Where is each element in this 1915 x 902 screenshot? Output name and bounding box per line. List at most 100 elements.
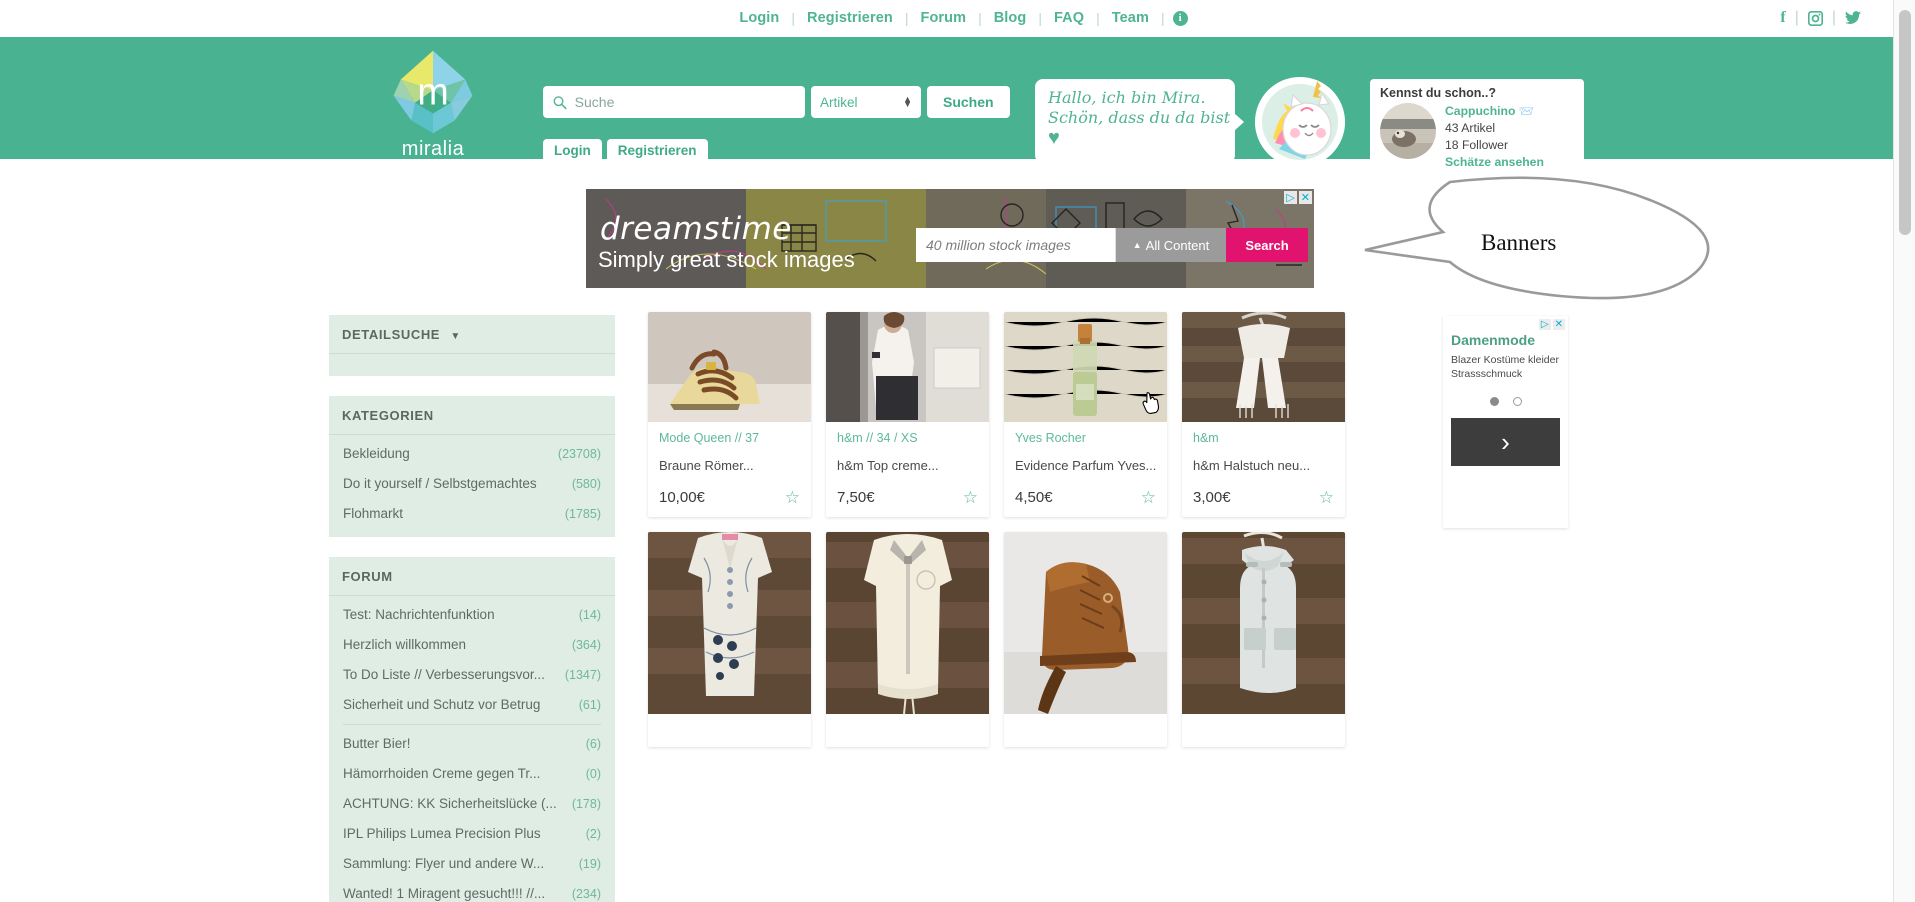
instagram-icon[interactable] <box>1799 10 1832 26</box>
forum-thread-label: To Do Liste // Verbesserungsvor... <box>343 667 545 682</box>
search-category-select[interactable]: Artikel ▲ ▼ <box>811 86 921 118</box>
dreamstime-banner-ad[interactable]: dreamstime Simply great stock images 40 … <box>586 189 1314 288</box>
kategorien-panel: KATEGORIEN Bekleidung (23708) Do it your… <box>329 396 615 537</box>
carousel-dot-active[interactable] <box>1489 397 1499 406</box>
product-seller[interactable]: h&m // 34 / XS <box>837 431 978 445</box>
ad-carousel-dots <box>1451 397 1560 406</box>
annotation-label: Banners <box>1481 230 1557 255</box>
product-title[interactable]: h&m Top creme... <box>837 458 978 473</box>
search-box[interactable] <box>543 86 805 118</box>
header-register-button[interactable]: Registrieren <box>606 139 708 162</box>
product-card[interactable]: h&m h&m Halstuch neu... 3,00€ ☆ <box>1182 312 1345 517</box>
product-footer: 7,50€ ☆ <box>837 489 978 506</box>
carousel-dot[interactable] <box>1512 397 1522 406</box>
topnav-registrieren[interactable]: Registrieren <box>795 10 905 26</box>
product-title[interactable]: h&m Halstuch neu... <box>1193 458 1334 473</box>
ad-next-button[interactable]: › <box>1451 418 1560 466</box>
product-card[interactable] <box>1182 532 1345 747</box>
product-image[interactable] <box>648 312 811 422</box>
list-item[interactable]: Sammlung: Flyer und andere W... (19) <box>329 849 615 879</box>
product-image[interactable] <box>826 312 989 422</box>
list-item[interactable]: Butter Bier! (6) <box>329 729 615 759</box>
search-submit-button[interactable]: Suchen <box>927 86 1010 118</box>
detailsuche-body <box>329 354 615 376</box>
favorite-star-icon[interactable]: ☆ <box>1141 489 1156 506</box>
product-image[interactable] <box>1004 312 1167 422</box>
adchoices-icon[interactable]: ▷ <box>1538 319 1551 330</box>
favorite-star-icon[interactable]: ☆ <box>1319 489 1334 506</box>
detailsuche-header[interactable]: DETAILSUCHE ▼ <box>329 315 615 354</box>
product-title[interactable]: Braune Römer... <box>659 458 800 473</box>
product-image[interactable] <box>1004 532 1167 714</box>
tunic-photo <box>648 532 811 714</box>
sidebar-item-diy[interactable]: Do it yourself / Selbstgemachtes (580) <box>329 469 615 499</box>
product-card[interactable]: Mode Queen // 37 Braune Römer... 10,00€ … <box>648 312 811 517</box>
facebook-icon[interactable]: f <box>1771 9 1794 27</box>
list-item[interactable]: Test: Nachrichtenfunktion (14) <box>329 600 615 630</box>
mira-avatar[interactable] <box>1255 77 1345 167</box>
forum-panel: FORUM Test: Nachrichtenfunktion (14) Her… <box>329 557 615 902</box>
favorite-star-icon[interactable]: ☆ <box>785 489 800 506</box>
product-seller[interactable]: Mode Queen // 37 <box>659 431 800 445</box>
topnav-faq[interactable]: FAQ <box>1042 10 1096 26</box>
forum-thread-label: Butter Bier! <box>343 736 411 751</box>
list-item[interactable]: Sicherheit und Schutz vor Betrug (61) <box>329 690 615 720</box>
sidebar-item-bekleidung[interactable]: Bekleidung (23708) <box>329 439 615 469</box>
featured-user-link[interactable]: Schätze ansehen <box>1445 154 1544 171</box>
product-title[interactable]: Evidence Parfum Yves... <box>1015 458 1156 473</box>
twitter-icon[interactable] <box>1836 11 1870 25</box>
product-card[interactable]: Yves Rocher Evidence Parfum Yves... 4,50… <box>1004 312 1167 517</box>
close-icon[interactable]: ✕ <box>1552 319 1565 330</box>
info-icon[interactable]: i <box>1172 10 1188 26</box>
scrollbar-thumb[interactable] <box>1899 10 1911 235</box>
list-item[interactable]: ACHTUNG: KK Sicherheitslücke (... (178) <box>329 789 615 819</box>
site-header: m miralia Artikel ▲▼ Suchen Login Regist… <box>0 37 1893 169</box>
product-image[interactable] <box>826 532 989 714</box>
top-photo <box>826 312 989 422</box>
featured-user-card: Kennst du schon..? Cappuchino 📨 43 Artik… <box>1370 79 1584 169</box>
dreamstime-search-input[interactable]: 40 million stock images <box>916 228 1116 262</box>
ad-title[interactable]: Damenmode <box>1451 332 1560 348</box>
category-label: Flohmarkt <box>343 506 404 521</box>
featured-user-name[interactable]: Cappuchino <box>1445 104 1515 118</box>
scarf-photo <box>1182 312 1345 422</box>
dreamstime-filter-select[interactable]: ▲ All Content <box>1116 228 1226 262</box>
category-count: (1785) <box>564 506 601 521</box>
sidebar-item-flohmarkt[interactable]: Flohmarkt (1785) <box>329 499 615 529</box>
product-seller[interactable]: h&m <box>1193 431 1334 445</box>
avatar[interactable] <box>1380 103 1436 159</box>
list-item[interactable]: Hämorrhoiden Creme gegen Tr... (0) <box>329 759 615 789</box>
sidebar-ad-damenmode[interactable]: ▷ ✕ Damenmode Blazer Kostüme kleider Str… <box>1443 316 1568 528</box>
close-icon[interactable]: ✕ <box>1298 191 1312 204</box>
forum-thread-label: Sammlung: Flyer und andere W... <box>343 856 545 871</box>
topnav-blog[interactable]: Blog <box>982 10 1039 26</box>
list-item[interactable]: Wanted! 1 Miragent gesucht!!! //... (234… <box>329 879 615 902</box>
unicorn-cat-icon <box>1255 77 1345 167</box>
dreamstime-filter-label: All Content <box>1145 237 1210 253</box>
adchoices-icon[interactable]: ▷ <box>1284 191 1297 204</box>
mail-badge-icon: 📨 <box>1518 104 1534 118</box>
product-card[interactable] <box>826 532 989 747</box>
product-card[interactable] <box>1004 532 1167 747</box>
page-scrollbar[interactable] <box>1893 0 1915 902</box>
product-image[interactable] <box>648 532 811 714</box>
topnav-forum[interactable]: Forum <box>908 10 978 26</box>
product-image[interactable] <box>1182 312 1345 422</box>
list-item[interactable]: IPL Philips Lumea Precision Plus (2) <box>329 819 615 849</box>
list-item[interactable]: To Do Liste // Verbesserungsvor... (1347… <box>329 660 615 690</box>
forum-list-primary: Test: Nachrichtenfunktion (14) Herzlich … <box>329 596 615 902</box>
header-login-button[interactable]: Login <box>543 139 602 162</box>
product-image[interactable] <box>1182 532 1345 714</box>
product-seller[interactable]: Yves Rocher <box>1015 431 1156 445</box>
topnav-login[interactable]: Login <box>727 10 791 26</box>
product-card[interactable]: h&m // 34 / XS h&m Top creme... 7,50€ ☆ <box>826 312 989 517</box>
product-card[interactable] <box>648 532 811 747</box>
dreamstime-search-button[interactable]: Search <box>1226 228 1308 262</box>
favorite-star-icon[interactable]: ☆ <box>963 489 978 506</box>
boot-photo <box>1004 532 1167 714</box>
header-auth-row: Login Registrieren <box>543 139 708 162</box>
list-item[interactable]: Herzlich willkommen (364) <box>329 630 615 660</box>
site-logo[interactable]: m miralia <box>373 49 493 161</box>
search-input[interactable] <box>574 94 795 110</box>
topnav-team[interactable]: Team <box>1100 10 1161 26</box>
